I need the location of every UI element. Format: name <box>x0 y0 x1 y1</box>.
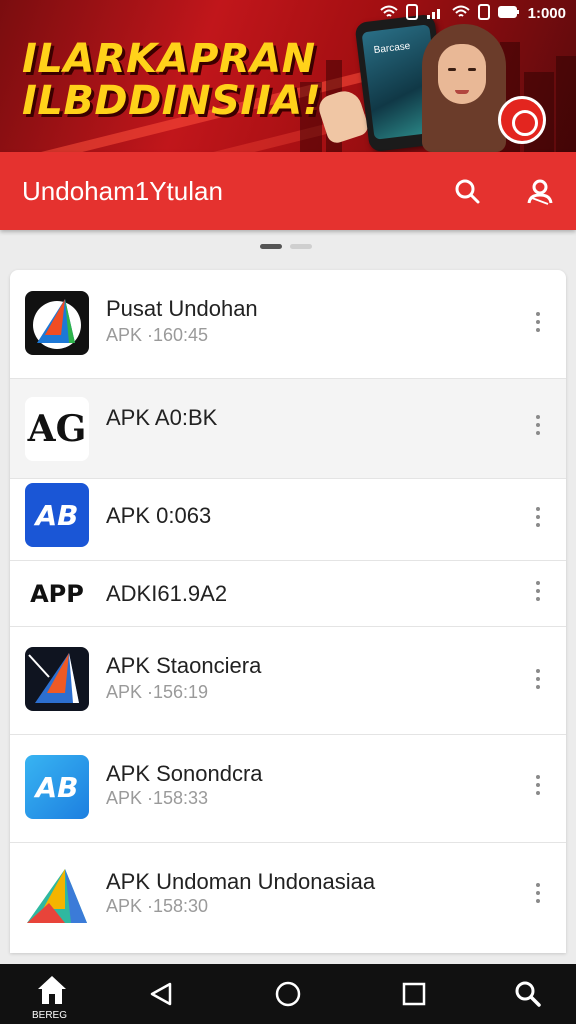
list-item-subtitle: APK ·156:19 <box>106 682 209 702</box>
mouth-shape <box>455 90 469 94</box>
ag-logo-text: AG <box>27 408 87 450</box>
wifi-icon <box>379 5 398 22</box>
promo-banner[interactable]: ILARKAPRAN ILBDDINSIIA! Barcase 1:000 <box>0 0 576 152</box>
page-indicator <box>260 244 312 249</box>
banner-building <box>556 56 576 152</box>
account-button[interactable] <box>522 174 558 210</box>
list-item-title: APK 0:063 <box>106 503 212 528</box>
ab-logo-text: AB <box>35 498 79 532</box>
list-item[interactable]: APP ADKI61.9A2 <box>10 561 566 627</box>
list-item[interactable]: Pusat Undohan APK ·160:45 <box>10 270 566 379</box>
triangle-dark-logo-icon <box>25 647 89 711</box>
nav-search-button[interactable] <box>508 974 548 1014</box>
wifi-icon <box>451 5 470 22</box>
page-dot[interactable] <box>290 244 312 249</box>
circle-icon <box>275 981 301 1007</box>
woman-illustration <box>418 24 508 152</box>
ab-light-logo-icon: AB <box>25 755 89 819</box>
more-options-button[interactable] <box>532 669 544 695</box>
list-item-title: APK Sonondcra <box>106 761 263 786</box>
banner-headline-line1: ILARKAPRAN <box>22 36 316 82</box>
home-label: BEREG <box>32 1010 68 1021</box>
list-item-title: APK A0:BK <box>106 405 218 430</box>
app-text-icon: APP <box>25 562 89 626</box>
app-bar: Undoham1Ytulan <box>0 152 576 230</box>
play-triangle-icon <box>25 865 89 929</box>
more-options-button[interactable] <box>532 507 544 533</box>
list-item-title: APK Staonciera <box>106 653 262 678</box>
list-item[interactable]: AG APK A0:BK <box>10 379 566 479</box>
status-time: 1:000 <box>527 4 566 22</box>
list-item[interactable]: AB APK Sonondcra APK ·158:33 <box>10 735 566 843</box>
app-list: Pusat Undohan APK ·160:45 AG APK A0:BK A… <box>10 270 566 953</box>
signal-icon <box>426 5 444 22</box>
back-triangle-icon <box>150 982 172 1006</box>
more-options-button[interactable] <box>532 415 544 441</box>
list-item-title: ADKI61.9A2 <box>106 581 228 606</box>
list-item[interactable]: APK Staonciera APK ·156:19 <box>10 627 566 735</box>
status-bar: 1:000 <box>379 2 566 24</box>
user-icon <box>527 179 553 205</box>
ab-logo-icon: AB <box>25 483 89 547</box>
more-options-button[interactable] <box>532 312 544 338</box>
recents-button[interactable] <box>394 974 434 1014</box>
list-item[interactable]: APK Undoman Undonasiaa APK ·158:30 <box>10 843 566 953</box>
more-options-button[interactable] <box>532 775 544 801</box>
phone-screen-label: Barcase <box>373 40 411 57</box>
ag-logo-icon: AG <box>25 397 89 461</box>
phone-status-icon <box>477 3 490 23</box>
back-button[interactable] <box>140 974 180 1014</box>
banner-headline: ILARKAPRAN ILBDDINSIIA! <box>22 38 321 122</box>
list-item-title: Pusat Undohan <box>106 296 258 321</box>
list-item-subtitle: APK ·158:30 <box>106 896 209 916</box>
battery-icon <box>497 5 520 22</box>
app-logo-text: APP <box>30 580 84 608</box>
search-button[interactable] <box>450 174 486 210</box>
square-icon <box>402 982 426 1006</box>
screen: ILARKAPRAN ILBDDINSIIA! Barcase 1:000 Un… <box>0 0 576 1024</box>
list-item-subtitle: APK ·158:33 <box>106 788 209 808</box>
home-button[interactable] <box>32 972 72 1012</box>
list-item[interactable]: AB APK 0:063 <box>10 479 566 561</box>
banner-badge-icon <box>498 96 546 144</box>
triangle-logo-icon <box>25 291 89 355</box>
more-options-button[interactable] <box>532 581 544 607</box>
more-options-button[interactable] <box>532 883 544 909</box>
phone-status-icon <box>405 3 418 23</box>
list-item-title: APK Undoman Undonasiaa <box>106 869 376 894</box>
eye-shape <box>448 68 456 71</box>
search-icon <box>515 981 541 1007</box>
home-circle-button[interactable] <box>268 974 308 1014</box>
bottom-navigation: BEREG <box>0 964 576 1024</box>
list-item-subtitle: APK ·160:45 <box>106 325 209 345</box>
banner-headline-line2: ILBDDINSIIA! <box>22 78 322 124</box>
hand-illustration <box>315 86 371 146</box>
face-shape <box>438 44 486 104</box>
eye-shape <box>468 68 476 71</box>
app-bar-title: Undoham1Ytulan <box>22 176 223 206</box>
ab-light-logo-text: AB <box>35 770 79 804</box>
search-icon <box>455 179 480 204</box>
page-dot-active[interactable] <box>260 244 282 249</box>
home-icon <box>38 976 66 1004</box>
